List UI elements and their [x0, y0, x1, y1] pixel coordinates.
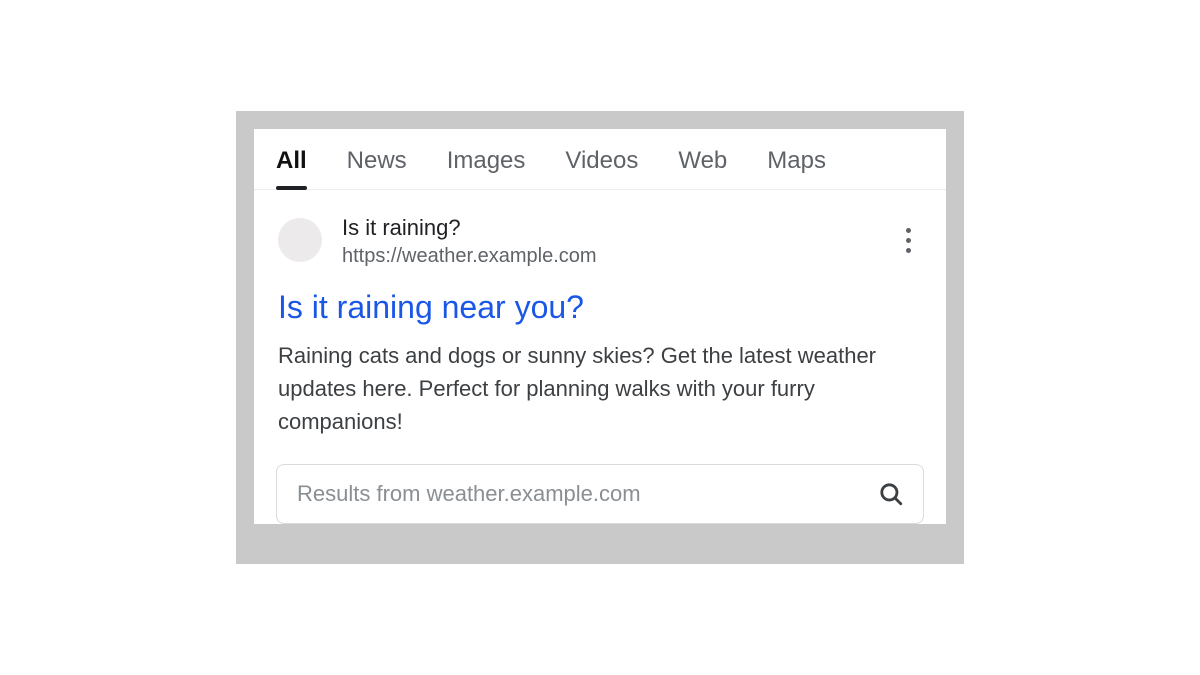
tab-maps[interactable]: Maps — [767, 147, 826, 189]
search-icon[interactable] — [875, 478, 907, 510]
site-search-input[interactable] — [295, 480, 875, 508]
tab-videos[interactable]: Videos — [565, 147, 638, 189]
tab-web[interactable]: Web — [678, 147, 727, 189]
site-url: https://weather.example.com — [342, 245, 894, 268]
more-options-icon[interactable] — [894, 220, 922, 261]
tab-images[interactable]: Images — [447, 147, 526, 189]
outer-frame: All News Images Videos Web Maps Is it ra… — [236, 111, 964, 563]
site-name: Is it raining? — [342, 216, 894, 240]
search-result: Is it raining? https://weather.example.c… — [254, 190, 946, 437]
result-header: Is it raining? https://weather.example.c… — [278, 216, 922, 267]
result-description: Raining cats and dogs or sunny skies? Ge… — [278, 339, 922, 438]
site-info: Is it raining? https://weather.example.c… — [342, 216, 894, 267]
site-favicon-icon — [278, 218, 322, 262]
search-result-card: All News Images Videos Web Maps Is it ra… — [254, 129, 946, 523]
site-search-box[interactable] — [276, 464, 924, 524]
result-title-link[interactable]: Is it raining near you? — [278, 290, 922, 325]
tab-news[interactable]: News — [347, 147, 407, 189]
search-tabs: All News Images Videos Web Maps — [254, 129, 946, 190]
tab-all[interactable]: All — [276, 147, 307, 189]
